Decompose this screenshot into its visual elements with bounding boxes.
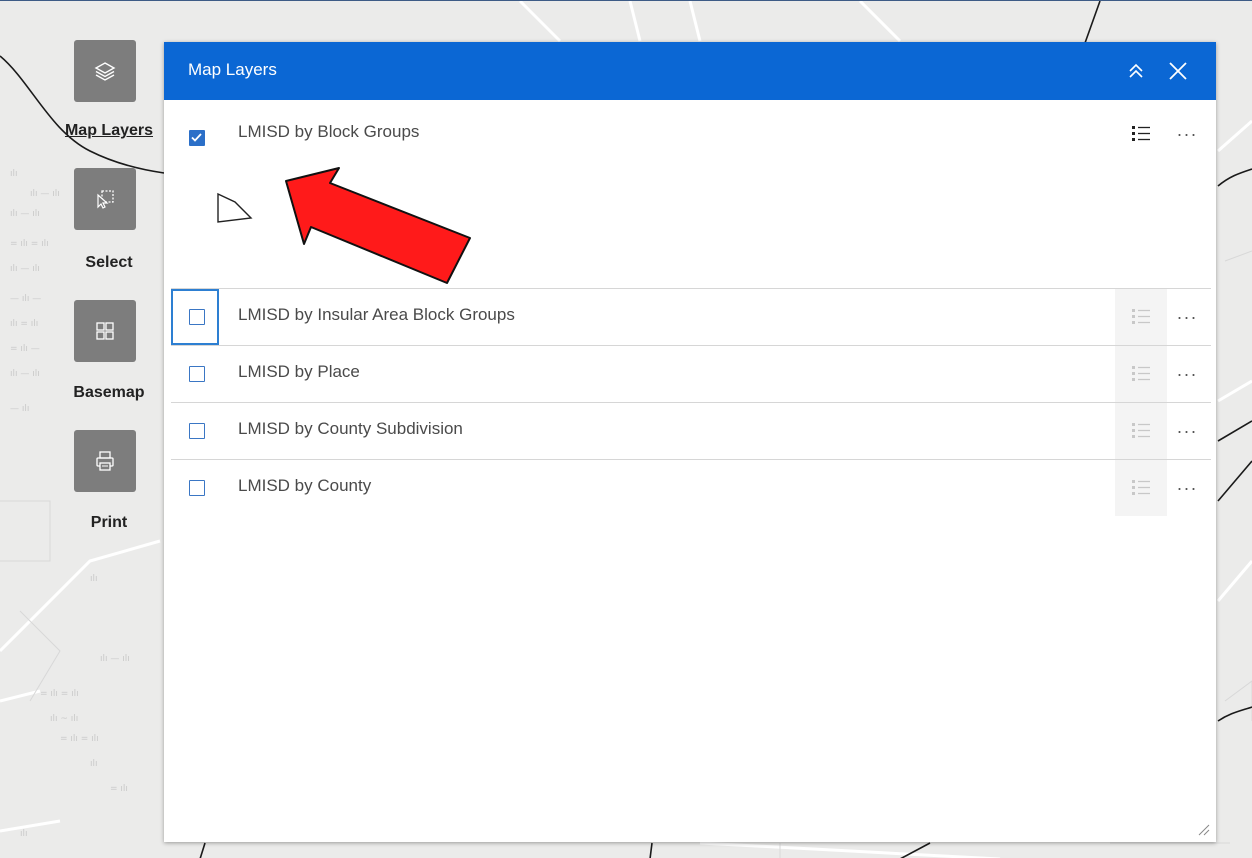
double-chevron-up-icon [1129, 63, 1143, 78]
basemap-label[interactable]: Basemap [54, 384, 164, 402]
layer-item-county-subdivision: LMISD by County Subdivision ··· [171, 403, 1211, 460]
legend-button[interactable] [1115, 106, 1167, 162]
collapse-button[interactable] [1122, 57, 1150, 85]
layer-options-button[interactable]: ··· [1167, 289, 1207, 345]
svg-text:ılı ~ ılı: ılı ~ ılı [50, 714, 78, 724]
layer-item-block-groups: LMISD by Block Groups ··· [171, 100, 1211, 289]
basemap-gallery-icon [96, 322, 114, 340]
legend-list-icon [1132, 126, 1150, 141]
legend-list-icon [1132, 423, 1150, 438]
panel-title: Map Layers [188, 60, 277, 79]
layer-name[interactable]: LMISD by Block Groups [238, 122, 419, 142]
select-button[interactable] [74, 168, 136, 230]
layer-visibility-checkbox[interactable] [189, 366, 205, 382]
layer-options-button[interactable]: ··· [1167, 106, 1207, 162]
legend-button[interactable] [1115, 346, 1167, 402]
svg-text:ılı — ılı: ılı — ılı [100, 654, 130, 664]
printer-icon [96, 451, 114, 471]
map-layers-button[interactable] [74, 40, 136, 102]
widget-toolbar: Map Layers Select Basemap Print [0, 0, 170, 560]
svg-text:ılı: ılı [90, 759, 98, 769]
layer-options-button[interactable]: ··· [1167, 403, 1207, 459]
layer-name[interactable]: LMISD by County [238, 476, 371, 496]
layer-visibility-checkbox[interactable] [189, 480, 205, 496]
basemap-button[interactable] [74, 300, 136, 362]
svg-text:= ılı: = ılı [110, 784, 128, 794]
legend-button[interactable] [1115, 289, 1167, 345]
legend-button[interactable] [1115, 460, 1167, 516]
svg-text:ılı: ılı [20, 829, 28, 839]
close-icon [1169, 62, 1187, 80]
legend-list-icon [1132, 366, 1150, 381]
print-button[interactable] [74, 430, 136, 492]
legend-list-icon [1132, 480, 1150, 495]
select-icon [97, 190, 114, 209]
layer-options-button[interactable]: ··· [1167, 346, 1207, 402]
layer-name[interactable]: LMISD by Place [238, 362, 360, 382]
layer-options-button[interactable]: ··· [1167, 460, 1207, 516]
layer-item-county: LMISD by County ··· [171, 460, 1211, 517]
map-layers-label[interactable]: Map Layers [54, 122, 164, 140]
legend-list-icon [1132, 309, 1150, 324]
layer-visibility-checkbox[interactable] [189, 130, 205, 146]
layer-visibility-checkbox[interactable] [189, 423, 205, 439]
layer-item-place: LMISD by Place ··· [171, 346, 1211, 403]
svg-text:= ılı = ılı: = ılı = ılı [40, 689, 79, 699]
map-layers-panel: Map Layers LMISD by Block Groups ··· LMI… [164, 42, 1216, 842]
close-button[interactable] [1164, 57, 1192, 85]
layers-icon [94, 62, 116, 81]
legend-button[interactable] [1115, 403, 1167, 459]
layer-visibility-checkbox[interactable] [189, 309, 205, 325]
layer-name[interactable]: LMISD by Insular Area Block Groups [238, 305, 515, 325]
checkmark-icon [191, 133, 202, 142]
layer-name[interactable]: LMISD by County Subdivision [238, 419, 463, 439]
resize-handle-icon[interactable] [1198, 824, 1210, 836]
select-label[interactable]: Select [54, 254, 164, 272]
polygon-symbol-icon [217, 192, 253, 223]
svg-text:= ılı = ılı: = ılı = ılı [60, 734, 99, 744]
svg-text:ılı: ılı [90, 574, 98, 584]
print-label[interactable]: Print [54, 514, 164, 532]
panel-header: Map Layers [164, 42, 1216, 100]
layer-item-insular-area: LMISD by Insular Area Block Groups ··· [171, 289, 1211, 346]
